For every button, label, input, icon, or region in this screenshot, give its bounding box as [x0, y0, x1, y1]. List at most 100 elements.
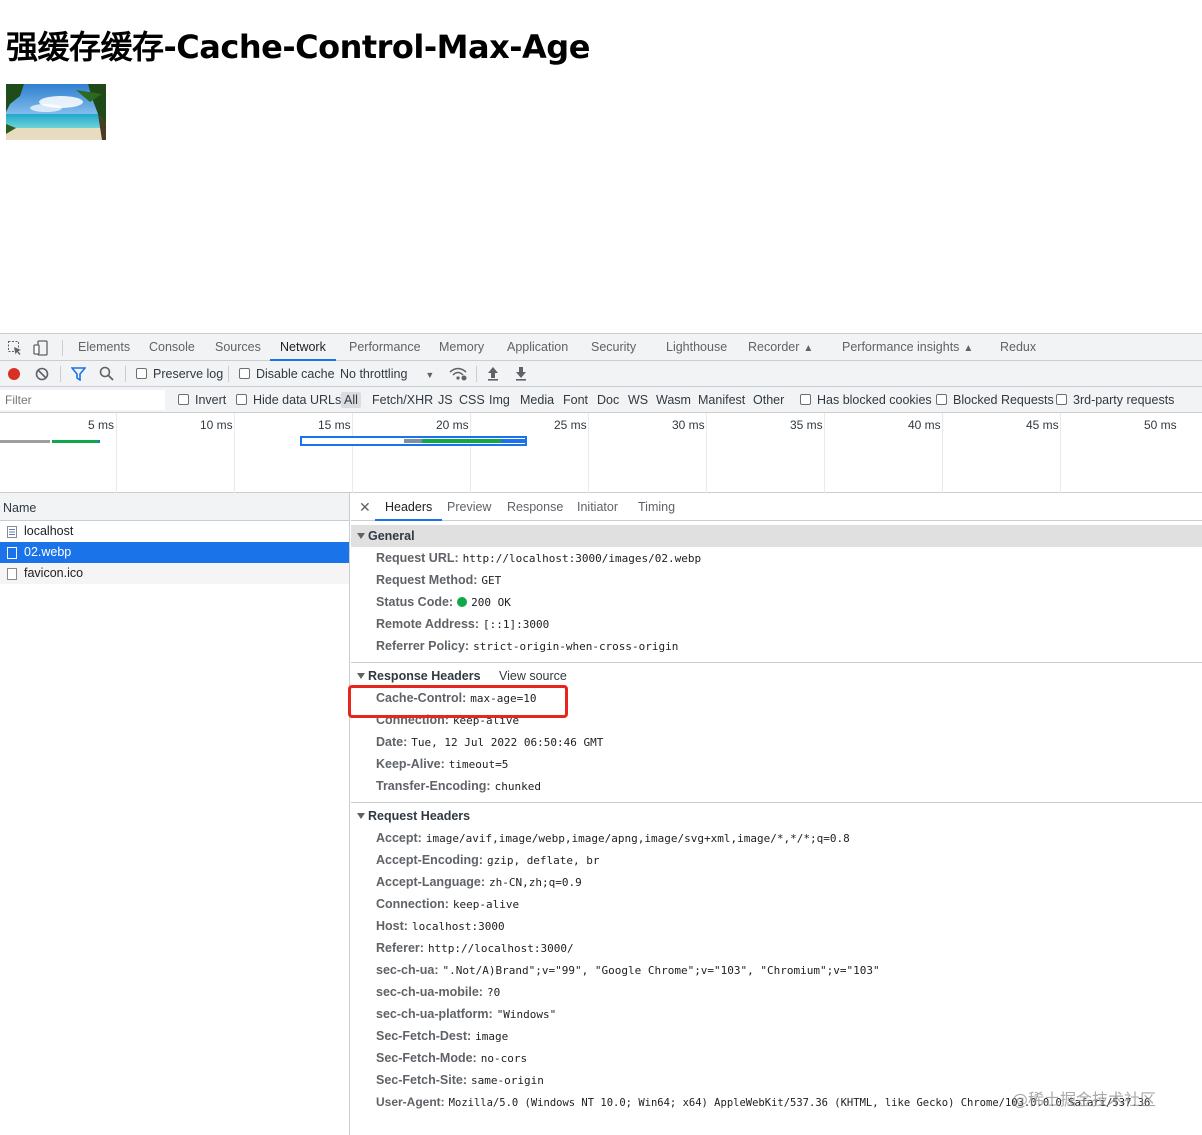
general-section-header[interactable]: General: [351, 525, 1202, 547]
invert-checkbox[interactable]: Invert: [178, 387, 226, 413]
third-party-requests-checkbox[interactable]: 3rd-party requests: [1056, 387, 1174, 413]
preserve-log-label: Preserve log: [153, 367, 224, 381]
disable-cache-label: Disable cache: [256, 367, 335, 381]
header-row: Accept: image/avif,image/webp,image/apng,…: [351, 827, 1202, 849]
document-icon: [7, 526, 17, 538]
header-key: Accept:: [376, 831, 422, 845]
header-value: Tue, 12 Jul 2022 06:50:46 GMT: [411, 736, 604, 749]
request-headers-section-header[interactable]: Request Headers: [351, 805, 1202, 827]
device-toolbar-icon[interactable]: [33, 340, 49, 356]
tab-performance[interactable]: Performance: [349, 334, 421, 361]
header-value: [::1]:3000: [483, 618, 550, 631]
import-har-icon[interactable]: [487, 366, 499, 384]
tab-security[interactable]: Security: [591, 334, 636, 361]
filter-type-all[interactable]: All: [341, 392, 361, 408]
timeline-label: 10 ms: [200, 418, 233, 432]
filter-icon[interactable]: [70, 367, 87, 384]
timeline-label: 20 ms: [436, 418, 469, 432]
clear-icon[interactable]: [35, 367, 49, 384]
header-row: Sec-Fetch-Mode: no-cors: [351, 1047, 1202, 1069]
timeline-label: 50 ms: [1144, 418, 1177, 432]
name-column-header[interactable]: Name: [0, 493, 349, 521]
tab-initiator[interactable]: Initiator: [577, 493, 618, 521]
tab-preview[interactable]: Preview: [447, 493, 491, 521]
tab-timing[interactable]: Timing: [638, 493, 675, 521]
blocked-requests-label: Blocked Requests: [953, 393, 1054, 407]
inspect-element-icon[interactable]: [7, 340, 23, 356]
tab-performance-insights[interactable]: Performance insights ▲: [842, 334, 973, 361]
header-value: same-origin: [471, 1074, 544, 1087]
flask-icon: ▲: [963, 343, 974, 354]
export-har-icon[interactable]: [515, 366, 527, 384]
filter-type-ws[interactable]: WS: [628, 387, 648, 413]
header-key: Accept-Encoding:: [376, 853, 483, 867]
tab-elements[interactable]: Elements: [78, 334, 130, 361]
filter-type-other[interactable]: Other: [753, 387, 784, 413]
filter-bar: Invert Hide data URLs All Fetch/XHR JS C…: [0, 387, 1202, 413]
header-row: Accept-Language: zh-CN,zh;q=0.9: [351, 871, 1202, 893]
has-blocked-cookies-label: Has blocked cookies: [817, 393, 932, 407]
watermark: @稀土掘金技术社区: [1012, 1090, 1157, 1109]
header-value: gzip, deflate, br: [486, 854, 600, 867]
filter-type-fetch-xhr[interactable]: Fetch/XHR: [372, 387, 433, 413]
tab-response[interactable]: Response: [507, 493, 563, 521]
filter-type-js[interactable]: JS: [438, 387, 453, 413]
tab-recorder[interactable]: Recorder ▲: [748, 334, 813, 361]
request-row[interactable]: favicon.ico: [0, 563, 349, 584]
filter-type-font[interactable]: Font: [563, 387, 588, 413]
header-row: Sec-Fetch-Dest: image: [351, 1025, 1202, 1047]
header-key: Sec-Fetch-Mode:: [376, 1051, 477, 1065]
highlight-annotation: [348, 685, 568, 718]
request-list: Name localhost 02.webp favicon.ico: [0, 493, 350, 1135]
tab-network[interactable]: Network: [270, 334, 336, 361]
request-row-selected[interactable]: 02.webp: [0, 542, 349, 563]
tab-sources[interactable]: Sources: [215, 334, 261, 361]
preserve-log-checkbox[interactable]: Preserve log: [136, 361, 223, 387]
header-key: Remote Address:: [376, 617, 480, 631]
filter-type-css[interactable]: CSS: [459, 387, 485, 413]
header-key: Sec-Fetch-Dest:: [376, 1029, 472, 1043]
search-icon[interactable]: [99, 366, 114, 384]
timeline-bar-localhost: [0, 440, 100, 443]
tab-headers[interactable]: Headers: [375, 493, 443, 521]
request-name: 02.webp: [24, 545, 72, 559]
tab-recorder-label: Recorder: [748, 340, 800, 354]
header-row: Remote Address: [::1]:3000: [351, 613, 1202, 635]
timeline-label: 25 ms: [554, 418, 587, 432]
header-row: Host: localhost:3000: [351, 915, 1202, 937]
filter-type-media[interactable]: Media: [520, 387, 554, 413]
header-key: Referer:: [376, 941, 424, 955]
response-headers-section-header[interactable]: Response Headers View source: [351, 665, 1202, 687]
network-conditions-icon[interactable]: [449, 366, 467, 385]
network-overview[interactable]: 5 ms 10 ms 15 ms 20 ms 25 ms 30 ms 35 ms…: [0, 413, 1202, 493]
view-source-link[interactable]: View source: [499, 665, 567, 687]
filter-input[interactable]: [0, 390, 165, 410]
tab-console[interactable]: Console: [149, 334, 195, 361]
record-icon[interactable]: [7, 367, 21, 384]
header-row: Referer: http://localhost:3000/: [351, 937, 1202, 959]
devtools-tabbar: Elements Console Sources Network Perform…: [0, 333, 1202, 361]
has-blocked-cookies-checkbox[interactable]: Has blocked cookies: [800, 387, 932, 413]
tab-application[interactable]: Application: [507, 334, 568, 361]
blocked-requests-checkbox[interactable]: Blocked Requests: [936, 387, 1054, 413]
header-key: User-Agent:: [376, 1095, 445, 1109]
header-value: ?0: [486, 986, 501, 999]
tab-lighthouse[interactable]: Lighthouse: [666, 334, 727, 361]
header-key: Host:: [376, 919, 408, 933]
filter-type-doc[interactable]: Doc: [597, 387, 619, 413]
tab-redux[interactable]: Redux: [1000, 334, 1036, 361]
header-key: Request Method:: [376, 573, 478, 587]
request-name: localhost: [24, 524, 74, 538]
filter-type-img[interactable]: Img: [489, 387, 510, 413]
request-row[interactable]: localhost: [0, 521, 349, 542]
tab-memory[interactable]: Memory: [439, 334, 484, 361]
filter-type-wasm[interactable]: Wasm: [656, 387, 691, 413]
chevron-down-icon: ▼: [425, 370, 435, 380]
filter-type-manifest[interactable]: Manifest: [698, 387, 745, 413]
throttling-select[interactable]: No throttling ▼: [340, 361, 434, 387]
hide-data-urls-checkbox[interactable]: Hide data URLs: [236, 387, 341, 413]
close-icon[interactable]: ✕: [359, 499, 371, 516]
header-key: Request URL:: [376, 551, 459, 565]
disable-cache-checkbox[interactable]: Disable cache: [239, 361, 335, 387]
invert-label: Invert: [195, 393, 227, 407]
